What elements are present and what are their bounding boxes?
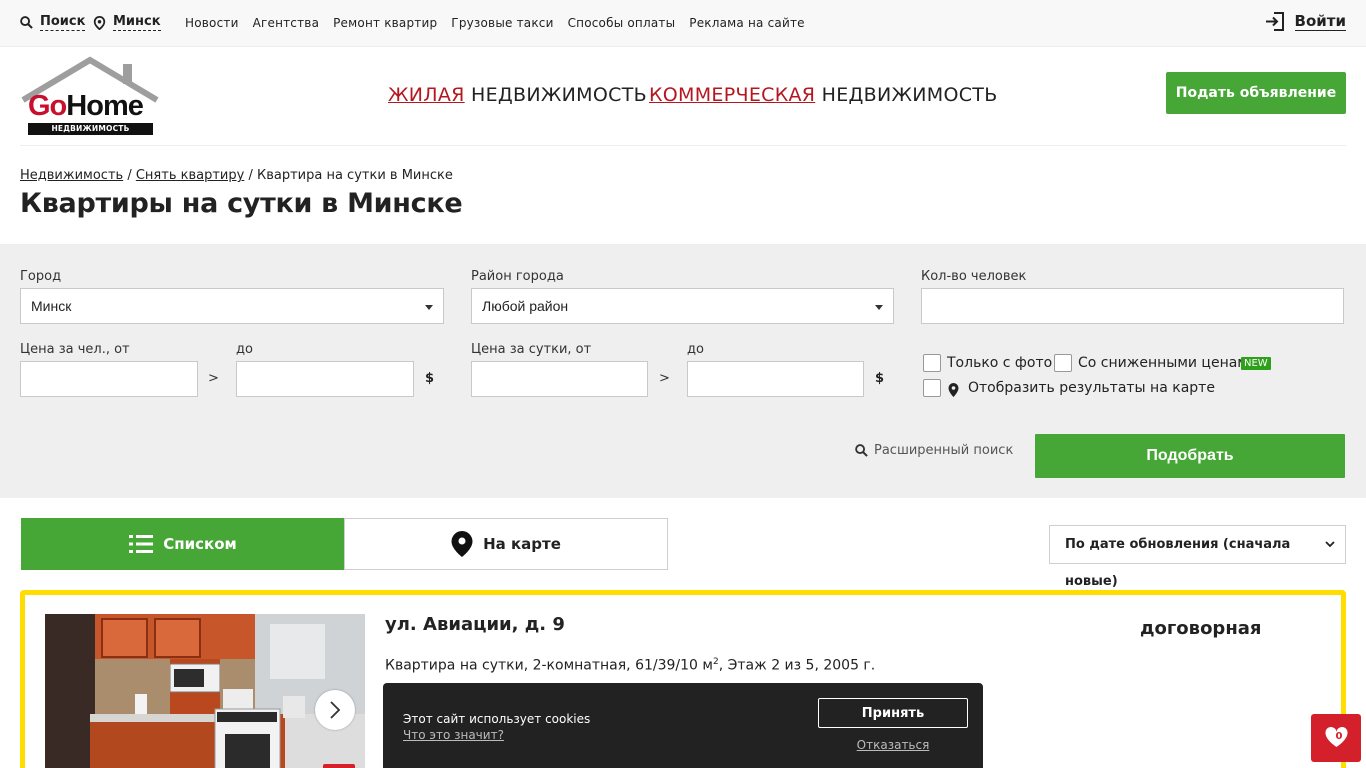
post-ad-button[interactable]: Подать объявление bbox=[1166, 72, 1346, 114]
listing-address[interactable]: ул. Авиации, д. 9 bbox=[385, 614, 565, 635]
map-marker-icon bbox=[451, 531, 473, 557]
people-field-label: Кол-во человек bbox=[921, 269, 1027, 284]
show-on-map-label: Отобразить результаты на карте bbox=[968, 380, 1215, 396]
logo-tagline: НЕДВИЖИМОСТЬ БЕЛАРУСИ bbox=[28, 123, 153, 145]
logo-wordmark: GoHome bbox=[28, 90, 144, 123]
header-divider bbox=[20, 145, 1346, 146]
logo-home: Home bbox=[66, 90, 144, 122]
listing-description: Квартира на сутки, 2-комнатная, 61/39/10… bbox=[385, 657, 875, 674]
only-photo-checkbox[interactable] bbox=[923, 354, 941, 372]
sort-select-value: По дате обновления (сначала новые) bbox=[1065, 537, 1291, 589]
map-pin-icon bbox=[948, 383, 959, 397]
nav-commercial-rest: НЕДВИЖИМОСТЬ bbox=[815, 84, 998, 106]
currency-symbol: $ bbox=[425, 371, 435, 386]
nav-residential[interactable]: ЖИЛАЯ НЕДВИЖИМОСТЬ bbox=[388, 84, 647, 106]
city-select[interactable]: Минск bbox=[20, 288, 444, 324]
kitchen-photo-illustration bbox=[45, 614, 365, 768]
show-on-map-checkbox[interactable] bbox=[923, 379, 941, 397]
logo-go: Go bbox=[28, 90, 67, 122]
search-icon bbox=[855, 444, 868, 457]
chevron-down-icon bbox=[1325, 541, 1335, 548]
nav-residential-accent: ЖИЛАЯ bbox=[388, 84, 465, 106]
cookie-info-link[interactable]: Что это значит? bbox=[403, 728, 504, 742]
district-select[interactable]: Любой район bbox=[471, 288, 894, 324]
nav-advertising[interactable]: Реклама на сайте bbox=[689, 16, 804, 30]
view-map-button[interactable]: На карте bbox=[344, 518, 668, 570]
cookie-text: Этот сайт использует cookies bbox=[403, 712, 591, 726]
nav-agencies[interactable]: Агентства bbox=[253, 16, 320, 30]
price-person-to-input[interactable] bbox=[236, 361, 414, 397]
favorites-count: 0 bbox=[1335, 731, 1343, 742]
cookie-decline-link[interactable]: Отказаться bbox=[818, 738, 968, 752]
price-day-to-label: до bbox=[687, 342, 704, 357]
login-label: Войти bbox=[1294, 12, 1346, 31]
range-separator: > bbox=[208, 371, 219, 386]
search-label: Поиск bbox=[40, 14, 86, 31]
breadcrumb-sep-2: / bbox=[244, 168, 257, 183]
price-person-label: Цена за чел., от bbox=[20, 342, 130, 357]
search-icon bbox=[20, 16, 33, 29]
view-list-label: Списком bbox=[163, 535, 237, 553]
list-icon bbox=[129, 535, 154, 553]
city-select-value: Минск bbox=[31, 298, 72, 314]
login-icon bbox=[1265, 12, 1284, 31]
site-logo[interactable]: GoHome НЕДВИЖИМОСТЬ БЕЛАРУСИ bbox=[20, 56, 161, 145]
view-map-label: На карте bbox=[483, 535, 561, 553]
chevron-right-icon bbox=[330, 701, 341, 719]
page-title: Квартиры на сутки в Минске bbox=[20, 188, 463, 219]
nav-news[interactable]: Новости bbox=[185, 16, 239, 30]
nav-renovation[interactable]: Ремонт квартир bbox=[333, 16, 437, 30]
listing-photo[interactable] bbox=[45, 614, 365, 768]
only-photo-label: Только с фото bbox=[947, 355, 1053, 371]
breadcrumb-sep-1: / bbox=[123, 168, 136, 183]
sort-select[interactable]: По дате обновления (сначала новые) bbox=[1049, 525, 1346, 589]
breadcrumb-realty[interactable]: Недвижимость bbox=[20, 168, 123, 183]
price-day-from-input[interactable] bbox=[471, 361, 648, 397]
nav-commercial-accent: КОММЕРЧЕСКАЯ bbox=[649, 84, 816, 106]
nav-payment-methods[interactable]: Способы оплаты bbox=[568, 16, 676, 30]
city-label: Минск bbox=[113, 14, 161, 31]
price-person-to-label: до bbox=[236, 342, 253, 357]
advanced-search-link[interactable]: Расширенный поиск bbox=[855, 443, 1013, 458]
search-link[interactable]: Поиск bbox=[20, 14, 86, 31]
breadcrumb: Недвижимость / Снять квартиру / Квартира… bbox=[20, 168, 453, 183]
new-badge: NEW bbox=[1241, 357, 1271, 370]
nav-cargo-taxi[interactable]: Грузовые такси bbox=[451, 16, 553, 30]
caret-down-icon bbox=[425, 305, 433, 310]
top-bar: Поиск Минск Новости Агентства Ремонт ква… bbox=[0, 0, 1366, 47]
submit-search-button[interactable]: Подобрать bbox=[1035, 434, 1345, 478]
discounted-label: Со сниженными ценами bbox=[1078, 355, 1257, 371]
nav-residential-rest: НЕДВИЖИМОСТЬ bbox=[464, 84, 647, 106]
listing-description-main: Квартира на сутки, 2-комнатная, 61/39/10… bbox=[385, 657, 713, 674]
nav-commercial[interactable]: КОММЕРЧЕСКАЯ НЕДВИЖИМОСТЬ bbox=[649, 84, 998, 106]
listing-price: договорная bbox=[1140, 618, 1262, 639]
advanced-search-label: Расширенный поиск bbox=[874, 443, 1014, 458]
breadcrumb-rent[interactable]: Снять квартиру bbox=[136, 168, 244, 183]
caret-down-icon bbox=[875, 305, 883, 310]
price-person-from-input[interactable] bbox=[20, 361, 198, 397]
breadcrumb-current: Квартира на сутки в Минске bbox=[256, 168, 453, 183]
currency-symbol: $ bbox=[875, 371, 885, 386]
photo-next-button[interactable] bbox=[315, 690, 355, 730]
location-pin-icon bbox=[93, 15, 106, 30]
view-list-button[interactable]: Списком bbox=[21, 518, 345, 570]
photo-badge bbox=[323, 764, 355, 768]
district-select-value: Любой район bbox=[482, 298, 569, 314]
city-selector[interactable]: Минск bbox=[93, 14, 161, 31]
price-day-label: Цена за сутки, от bbox=[471, 342, 592, 357]
discounted-checkbox[interactable] bbox=[1054, 354, 1072, 372]
city-field-label: Город bbox=[20, 269, 62, 284]
login-link[interactable]: Войти bbox=[1265, 12, 1346, 31]
people-input[interactable] bbox=[921, 288, 1344, 324]
district-field-label: Район города bbox=[471, 269, 564, 284]
cookie-banner: Этот сайт использует cookies Что это зна… bbox=[383, 683, 983, 768]
range-separator: > bbox=[659, 371, 670, 386]
cookie-accept-button[interactable]: Принять bbox=[818, 698, 968, 728]
top-nav: Новости Агентства Ремонт квартир Грузовы… bbox=[185, 16, 819, 30]
price-day-to-input[interactable] bbox=[687, 361, 864, 397]
listing-description-tail: , Этаж 2 из 5, 2005 г. bbox=[718, 657, 876, 674]
